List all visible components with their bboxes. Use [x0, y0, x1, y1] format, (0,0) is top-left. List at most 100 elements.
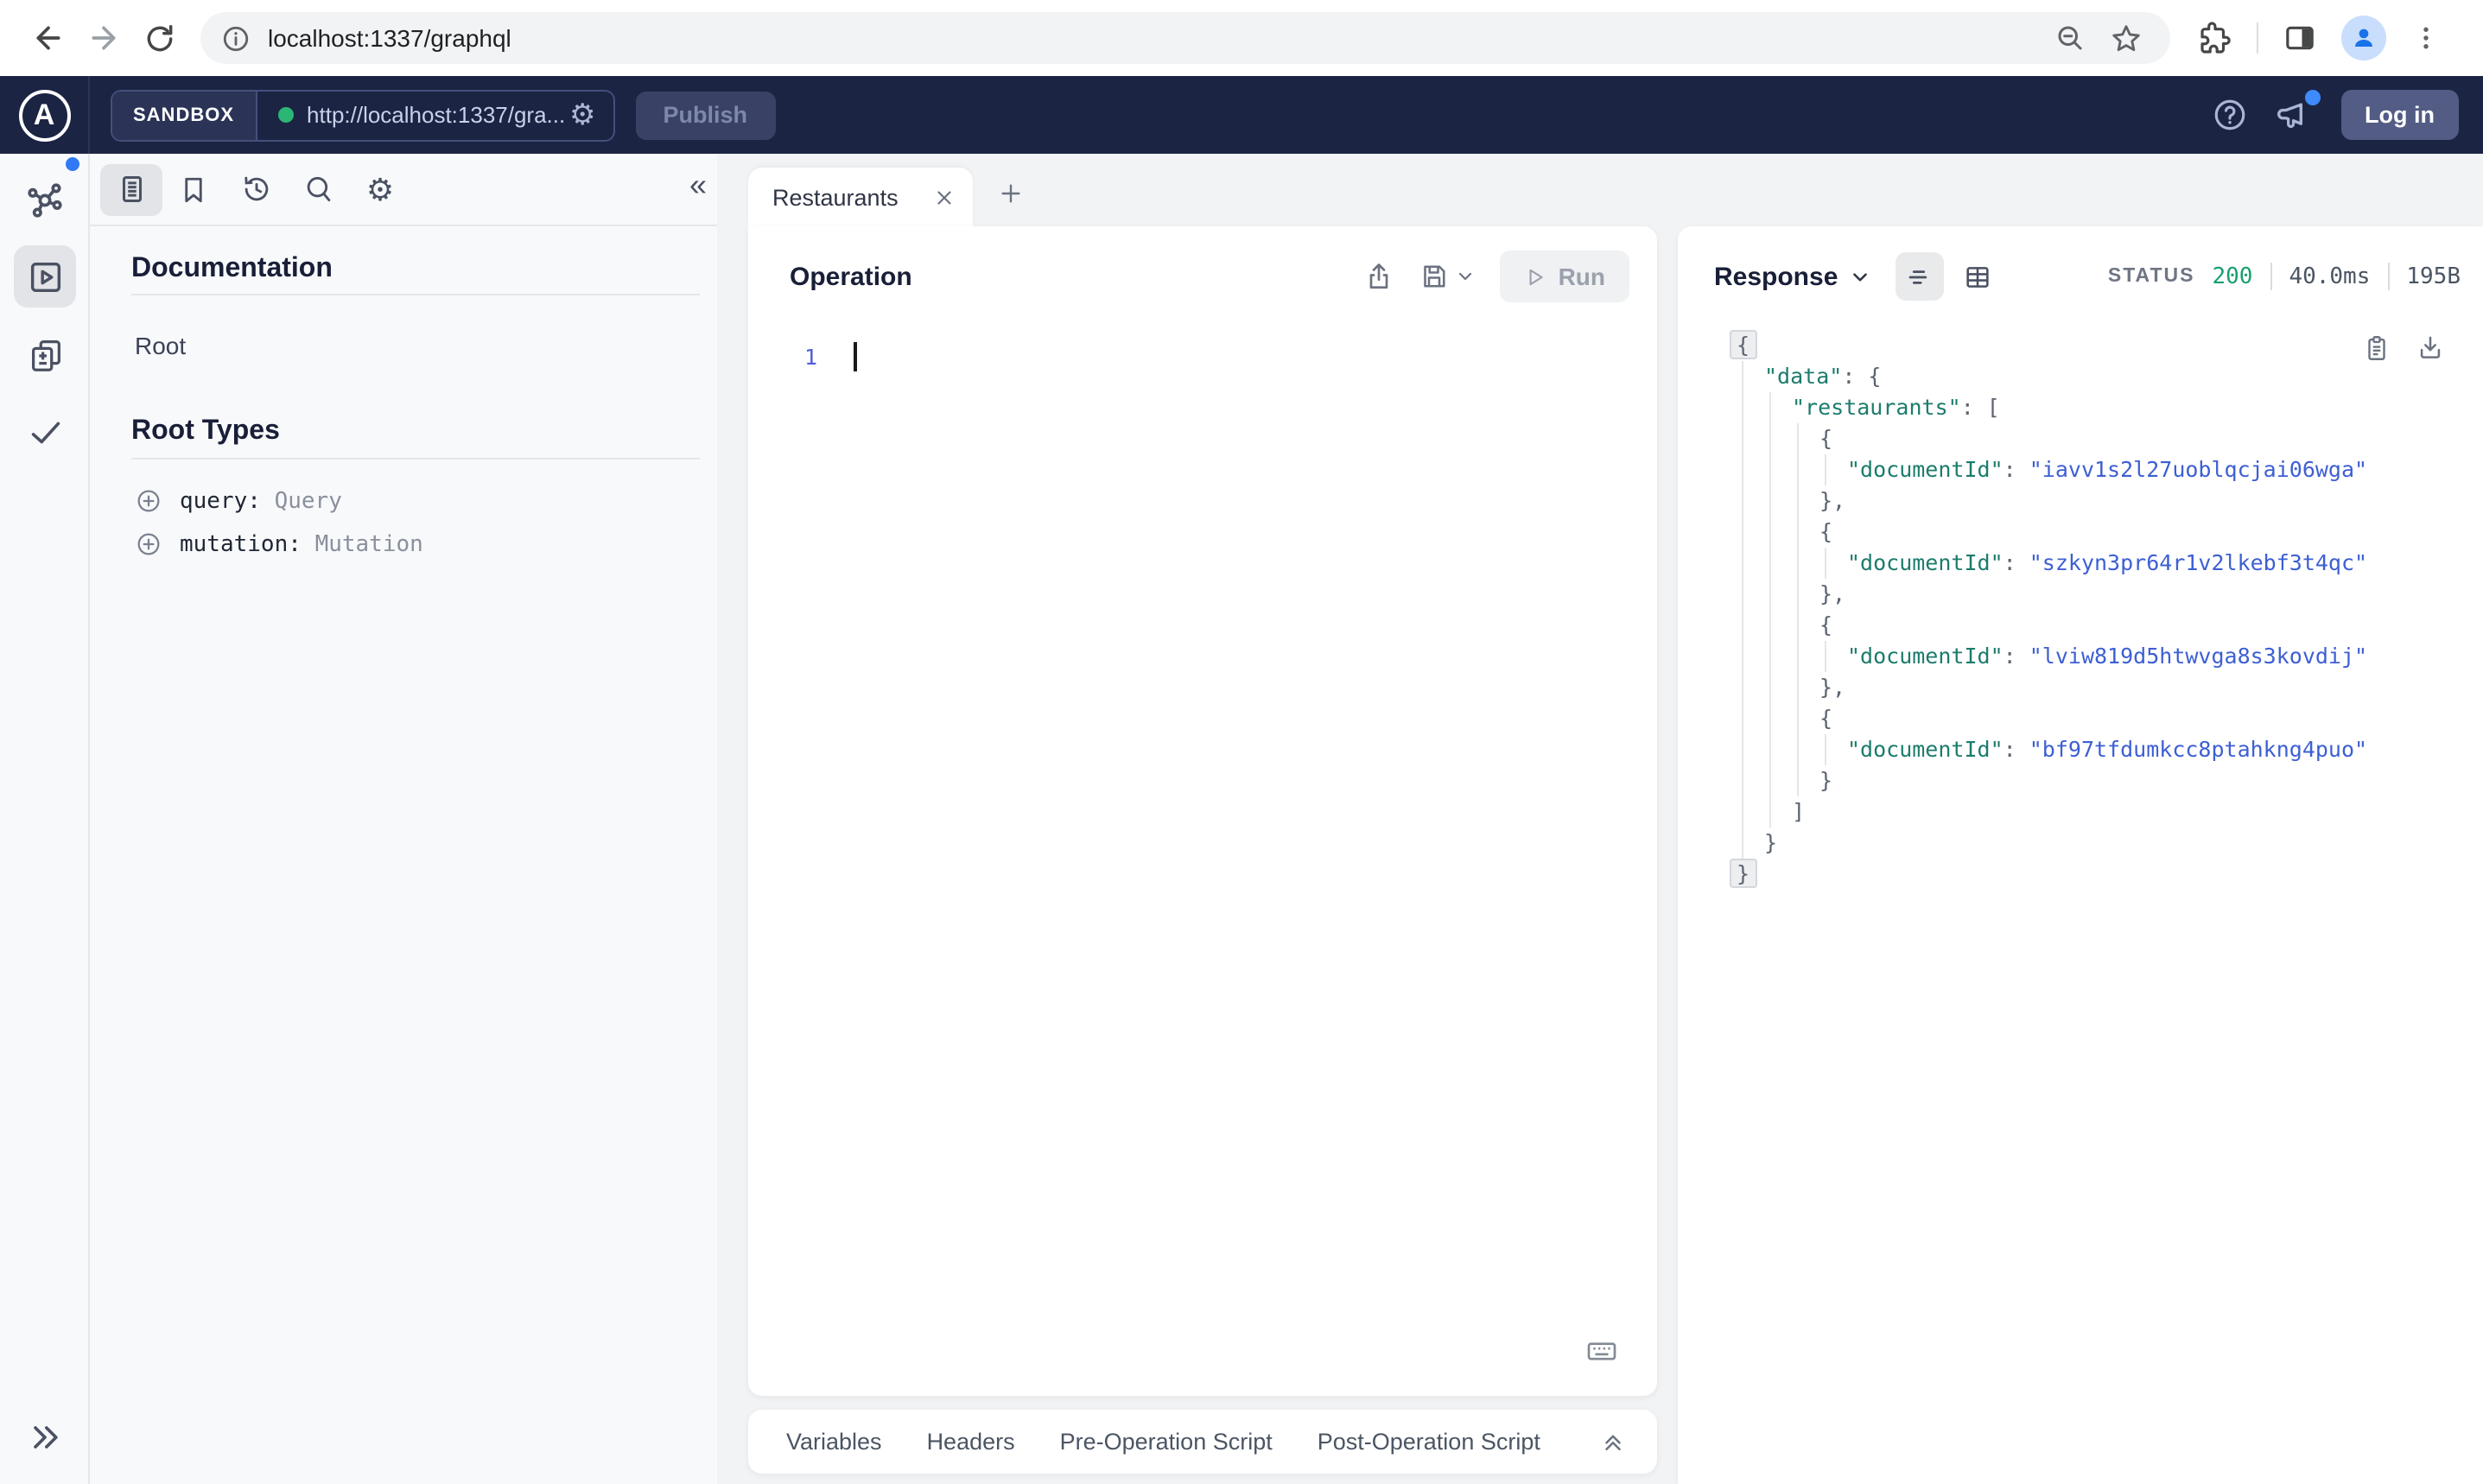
tab-close-icon[interactable]	[933, 186, 956, 208]
endpoint-settings-icon[interactable]: ⚙	[566, 100, 613, 130]
indent-guide	[1742, 361, 1743, 859]
endpoint-box[interactable]: SANDBOX http://localhost:1337/gra... ⚙	[111, 89, 615, 141]
profile-avatar[interactable]	[2341, 16, 2386, 60]
status-label: STATUS	[2107, 266, 2195, 287]
history-icon[interactable]	[225, 163, 287, 215]
mutation-type[interactable]: Mutation	[315, 531, 423, 557]
tab-variables[interactable]: Variables	[786, 1429, 882, 1455]
response-panel: Response STATUS 200 40.0ms 195B {"data"…	[1678, 226, 2483, 1484]
json-line: "data": {	[1764, 363, 1882, 389]
saved-operations-icon[interactable]	[162, 163, 225, 215]
response-json-code: {"data": {"restaurants": [{"documentId":…	[1678, 330, 2483, 890]
indent-guide	[1825, 734, 1826, 765]
indent-guide	[1797, 423, 1799, 796]
collapse-sidebar-icon[interactable]: «	[689, 168, 707, 204]
explorer-icon[interactable]	[0, 257, 90, 297]
json-line: ]	[1792, 798, 1806, 824]
tab-pre-operation-script[interactable]: Pre-Operation Script	[1060, 1429, 1273, 1455]
share-icon[interactable]	[1363, 261, 1394, 292]
toolbar-divider	[2257, 22, 2258, 54]
settings-icon[interactable]: ⚙	[349, 163, 411, 215]
root-type-query[interactable]: query: Query	[135, 487, 342, 515]
connection-status-dot	[277, 107, 294, 123]
tab-post-operation-script[interactable]: Post-Operation Script	[1318, 1429, 1540, 1455]
root-link[interactable]: Root	[135, 332, 186, 359]
save-button[interactable]	[1419, 261, 1476, 292]
indent-guide	[1825, 548, 1826, 579]
operation-editor[interactable]: 1	[748, 342, 1657, 373]
browser-menu-icon[interactable]	[2410, 22, 2442, 54]
documentation-title: Documentation	[131, 254, 333, 283]
json-line: "restaurants": [	[1792, 394, 2000, 420]
json-line: {	[1678, 330, 2483, 361]
operation-panel: Operation Run 1	[748, 226, 1657, 1396]
apollo-logo-letter: A	[33, 98, 55, 130]
indent-guide	[1825, 641, 1826, 672]
announcements-icon[interactable]	[2275, 89, 2320, 134]
side-panel-icon[interactable]	[2283, 21, 2317, 55]
documentation-sidebar: ⚙ « Documentation Root Root Types query:…	[90, 154, 717, 1484]
schema-graph-icon[interactable]	[0, 178, 90, 223]
sidebar-icon-row: ⚙ «	[90, 154, 717, 226]
indent-guide	[1769, 392, 1771, 828]
search-icon[interactable]	[287, 163, 349, 215]
query-type[interactable]: Query	[275, 488, 342, 514]
raw-view-icon[interactable]	[1895, 252, 1944, 301]
divider	[131, 294, 700, 295]
reload-icon[interactable]	[131, 10, 187, 66]
expand-panel-icon[interactable]	[1600, 1429, 1626, 1455]
json-line: }	[1764, 829, 1778, 855]
divider	[131, 458, 700, 460]
tab-restaurants[interactable]: Restaurants	[748, 168, 973, 226]
schema-notification-dot	[66, 157, 79, 171]
schema-diff-icon[interactable]	[0, 335, 90, 375]
tab-label: Restaurants	[772, 184, 899, 210]
apollo-header: A SANDBOX http://localhost:1337/gra... ⚙…	[0, 76, 2483, 154]
help-icon[interactable]	[2211, 97, 2247, 133]
line-number: 1	[803, 344, 817, 370]
url-text[interactable]: localhost:1337/graphql	[268, 24, 2054, 52]
run-button[interactable]: Run	[1499, 251, 1629, 302]
notification-dot	[2304, 89, 2320, 105]
documentation-tab-icon[interactable]	[100, 163, 162, 215]
browser-toolbar: localhost:1337/graphql	[0, 0, 2483, 76]
operation-title: Operation	[790, 262, 912, 291]
extensions-icon[interactable]	[2198, 21, 2232, 55]
screen: localhost:1337/graphql A SANDBOX http://…	[0, 0, 2483, 1484]
status-code: 200	[2212, 263, 2253, 289]
apollo-logo[interactable]: A	[0, 76, 90, 154]
save-chevron-icon	[1458, 272, 1471, 281]
play-icon	[1529, 268, 1543, 285]
login-button[interactable]: Log in	[2340, 90, 2459, 140]
table-view-icon[interactable]	[1953, 252, 2002, 301]
forward-icon[interactable]	[76, 10, 131, 66]
add-field-icon[interactable]	[135, 487, 162, 515]
divider	[2387, 263, 2390, 290]
tab-headers[interactable]: Headers	[927, 1429, 1015, 1455]
bookmark-star-icon[interactable]	[2110, 22, 2143, 54]
publish-button[interactable]: Publish	[635, 91, 776, 139]
response-size: 195B	[2406, 263, 2461, 289]
operation-bottom-bar: Variables Headers Pre-Operation Script P…	[748, 1410, 1657, 1474]
response-time: 40.0ms	[2289, 263, 2371, 289]
new-tab-icon[interactable]	[988, 171, 1033, 216]
divider	[2270, 263, 2272, 290]
app-body: ⚙ « Documentation Root Root Types query:…	[0, 154, 2483, 1484]
chevron-down-icon	[1852, 272, 1867, 281]
checks-icon[interactable]	[0, 413, 90, 453]
zoom-out-icon[interactable]	[2054, 22, 2086, 54]
keyboard-shortcuts-icon[interactable]	[1584, 1334, 1619, 1368]
root-type-mutation[interactable]: mutation: Mutation	[135, 530, 423, 558]
text-cursor	[854, 342, 856, 371]
site-info-icon[interactable]	[221, 23, 251, 53]
indent-guide	[1825, 454, 1826, 485]
sandbox-badge: SANDBOX	[112, 91, 257, 139]
expand-rail-icon[interactable]	[0, 1418, 90, 1456]
response-dropdown[interactable]: Response	[1714, 262, 1870, 291]
endpoint-url[interactable]: http://localhost:1337/gra...	[307, 102, 566, 128]
address-bar[interactable]: localhost:1337/graphql	[200, 12, 2170, 64]
json-line: }	[1678, 859, 2483, 890]
root-types-title: Root Types	[131, 416, 280, 446]
back-icon[interactable]	[21, 10, 76, 66]
add-field-icon[interactable]	[135, 530, 162, 558]
